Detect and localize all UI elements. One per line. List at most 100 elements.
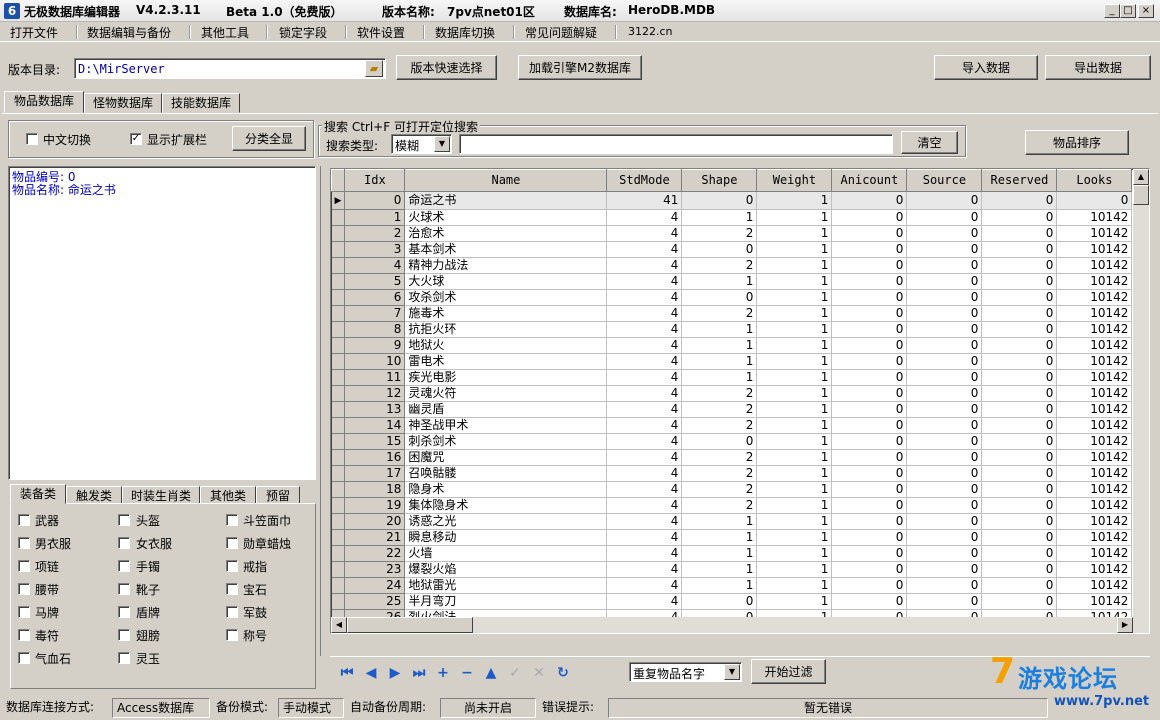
menu-software-settings[interactable]: 软件设置 (357, 24, 405, 41)
cell-looks[interactable]: 10142 (1056, 241, 1133, 258)
cell-anicount[interactable]: 0 (831, 449, 908, 466)
cell-anicount[interactable]: 0 (831, 513, 908, 530)
cell-weight[interactable]: 1 (756, 529, 833, 546)
category-checkbox[interactable] (226, 606, 238, 618)
cell-stdmode[interactable]: 4 (606, 593, 683, 610)
cell-shape[interactable]: 0 (681, 593, 758, 610)
cell-shape[interactable]: 0 (681, 241, 758, 258)
cell-name[interactable]: 地狱火 (404, 337, 608, 354)
table-row[interactable]: 22 火墙 4 1 1 0 0 0 10142 (331, 545, 1133, 562)
cell-stdmode[interactable]: 4 (606, 497, 683, 514)
row-indicator[interactable] (331, 225, 346, 242)
cell-idx[interactable]: 4 (344, 257, 406, 274)
cell-reserved[interactable]: 0 (981, 545, 1058, 562)
cell-anicount[interactable]: 0 (831, 353, 908, 370)
cell-looks[interactable]: 10142 (1056, 401, 1133, 418)
cell-shape[interactable]: 2 (681, 449, 758, 466)
post-icon[interactable]: ✓ (506, 664, 524, 682)
cell-idx[interactable]: 10 (344, 353, 406, 370)
cell-name[interactable]: 瞬息移动 (404, 529, 608, 546)
cell-anicount[interactable]: 0 (831, 385, 908, 402)
cell-looks[interactable]: 10142 (1056, 209, 1133, 226)
cell-weight[interactable]: 1 (756, 481, 833, 498)
cell-shape[interactable]: 2 (681, 465, 758, 482)
show-ext-checkbox[interactable]: ✓ (130, 133, 142, 145)
maximize-button[interactable]: □ (1120, 4, 1136, 18)
table-row[interactable]: 25 半月弯刀 4 0 1 0 0 0 10142 (331, 593, 1133, 610)
cell-name[interactable]: 抗拒火环 (404, 321, 608, 338)
cell-source[interactable]: 0 (906, 401, 983, 418)
table-row[interactable]: 2 治愈术 4 2 1 0 0 0 10142 (331, 225, 1133, 242)
row-indicator[interactable] (331, 497, 346, 514)
tab-items-db[interactable]: 物品数据库 (4, 91, 84, 113)
cell-weight[interactable]: 1 (756, 401, 833, 418)
cell-source[interactable]: 0 (906, 449, 983, 466)
cell-reserved[interactable]: 0 (981, 561, 1058, 578)
cell-looks[interactable]: 10142 (1056, 433, 1133, 450)
cell-idx[interactable]: 1 (344, 209, 406, 226)
row-indicator[interactable] (331, 385, 346, 402)
scroll-right-icon[interactable]: ▶ (1117, 617, 1133, 633)
cell-weight[interactable]: 1 (756, 225, 833, 242)
table-row[interactable]: 16 困魔咒 4 2 1 0 0 0 10142 (331, 449, 1133, 466)
cell-anicount[interactable]: 0 (831, 577, 908, 594)
cell-anicount[interactable]: 0 (831, 561, 908, 578)
cell-reserved[interactable]: 0 (981, 593, 1058, 610)
row-indicator[interactable] (331, 465, 346, 482)
cell-idx[interactable]: 23 (344, 561, 406, 578)
chinese-switch-checkbox[interactable] (26, 133, 38, 145)
dir-field[interactable]: ▰ (74, 58, 386, 79)
cell-idx[interactable]: 22 (344, 545, 406, 562)
cell-anicount[interactable]: 0 (831, 433, 908, 450)
delete-icon[interactable]: − (458, 664, 476, 682)
table-row[interactable]: 18 隐身术 4 2 1 0 0 0 10142 (331, 481, 1133, 498)
column-header-name[interactable]: Name (404, 169, 608, 192)
cell-weight[interactable]: 1 (756, 289, 833, 306)
cell-name[interactable]: 基本剑术 (404, 241, 608, 258)
cell-weight[interactable]: 1 (756, 305, 833, 322)
cell-shape[interactable]: 1 (681, 529, 758, 546)
column-header-stdmode[interactable]: StdMode (606, 169, 683, 192)
category-checkbox[interactable] (226, 629, 238, 641)
table-row[interactable]: 1 火球术 4 1 1 0 0 0 10142 (331, 209, 1133, 226)
menu-db-switch[interactable]: 数据库切换 (435, 24, 495, 41)
cell-shape[interactable]: 1 (681, 337, 758, 354)
cell-name[interactable]: 爆裂火焰 (404, 561, 608, 578)
cell-source[interactable]: 0 (906, 369, 983, 386)
cell-source[interactable]: 0 (906, 273, 983, 290)
cell-looks[interactable]: 10142 (1056, 561, 1133, 578)
edit-icon[interactable]: ▲ (482, 664, 500, 682)
cell-name[interactable]: 地狱雷光 (404, 577, 608, 594)
cell-shape[interactable]: 1 (681, 369, 758, 386)
cell-shape[interactable]: 2 (681, 481, 758, 498)
row-indicator[interactable] (331, 417, 346, 434)
table-row[interactable]: 3 基本剑术 4 0 1 0 0 0 10142 (331, 241, 1133, 258)
cell-anicount[interactable]: 0 (831, 465, 908, 482)
table-row[interactable]: 4 精神力战法 4 2 1 0 0 0 10142 (331, 257, 1133, 274)
cell-name[interactable]: 召唤骷髅 (404, 465, 608, 482)
cat-tab-trigger[interactable]: 触发类 (66, 486, 122, 504)
table-row[interactable]: 11 疾光电影 4 1 1 0 0 0 10142 (331, 369, 1133, 386)
cell-anicount[interactable]: 0 (831, 369, 908, 386)
cell-anicount[interactable]: 0 (831, 273, 908, 290)
cell-shape[interactable]: 2 (681, 257, 758, 274)
cell-anicount[interactable]: 0 (831, 417, 908, 434)
cell-name[interactable]: 神圣战甲术 (404, 417, 608, 434)
cell-weight[interactable]: 1 (756, 449, 833, 466)
cell-looks[interactable]: 10142 (1056, 577, 1133, 594)
row-indicator[interactable] (331, 305, 346, 322)
cell-weight[interactable]: 1 (756, 593, 833, 610)
cell-reserved[interactable]: 0 (981, 257, 1058, 274)
cell-name[interactable]: 精神力战法 (404, 257, 608, 274)
cell-idx[interactable]: 15 (344, 433, 406, 450)
cell-shape[interactable]: 1 (681, 577, 758, 594)
cell-weight[interactable]: 1 (756, 545, 833, 562)
row-indicator[interactable] (331, 433, 346, 450)
cell-looks[interactable]: 10142 (1056, 465, 1133, 482)
cell-anicount[interactable]: 0 (831, 191, 908, 210)
category-checkbox[interactable] (18, 537, 30, 549)
category-checkbox[interactable] (18, 606, 30, 618)
cell-reserved[interactable]: 0 (981, 191, 1058, 210)
row-indicator[interactable] (331, 529, 346, 546)
category-checkbox[interactable] (118, 606, 130, 618)
